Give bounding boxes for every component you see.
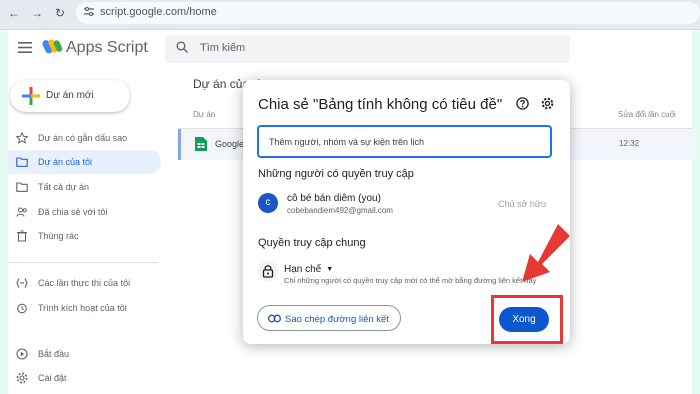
star-icon xyxy=(16,132,28,144)
search-icon[interactable] xyxy=(176,41,188,53)
sidebar-item-settings[interactable]: Cài đặt xyxy=(8,366,161,390)
executions-icon xyxy=(16,278,28,288)
new-project-button[interactable]: Dự án mới xyxy=(10,80,130,112)
sidebar-item-shared-with-me[interactable]: Đã chia sẻ với tôi xyxy=(8,200,161,224)
trash-icon xyxy=(17,230,27,242)
copy-link-button[interactable]: Sao chép đường liên kết xyxy=(257,305,401,331)
add-people-input[interactable] xyxy=(259,127,550,156)
hamburger-menu-icon[interactable] xyxy=(18,42,32,53)
people-with-access-heading: Những người có quyền truy cập xyxy=(258,168,414,180)
plus-icon xyxy=(22,87,40,105)
sidebar-item-label: Tất cả dự án xyxy=(38,182,90,192)
column-header-modified[interactable]: Sửa đổi lần cuối xyxy=(618,110,676,119)
sidebar-item-label: Cài đặt xyxy=(38,373,67,383)
sidebar-item-label: Dự án có gắn dấu sao xyxy=(38,133,128,143)
copy-link-label: Sao chép đường liên kết xyxy=(285,314,389,325)
sidebar-item-starred[interactable]: Dự án có gắn dấu sao xyxy=(8,126,161,150)
last-modified: 12:32 xyxy=(619,139,640,148)
apps-script-logo-icon xyxy=(42,39,63,54)
red-arrow-annotation xyxy=(522,224,570,282)
sheets-file-icon xyxy=(195,137,207,151)
people-icon xyxy=(16,207,27,217)
lock-badge xyxy=(258,261,278,281)
url-text: script.google.com/home xyxy=(100,6,217,18)
gear-icon[interactable] xyxy=(541,97,554,110)
column-header-project[interactable]: Dự án xyxy=(193,110,215,119)
sidebar-item-label: Bắt đầu xyxy=(38,349,70,359)
new-project-label: Dự án mới xyxy=(46,90,94,101)
sidebar-item-label: Thùng rác xyxy=(38,231,79,241)
highlight-box xyxy=(491,295,563,344)
search-placeholder: Tìm kiếm xyxy=(200,42,246,54)
owner-role-label: Chủ sở hữu xyxy=(498,199,546,209)
add-people-input-wrapper xyxy=(257,125,552,158)
access-level-dropdown[interactable]: Hạn chế ▼ xyxy=(284,259,334,275)
forward-icon[interactable]: → xyxy=(31,6,43,20)
sidebar-item-my-projects[interactable]: Dự án của tôi xyxy=(8,150,161,174)
access-description: Chỉ những người có quyền truy cập mới có… xyxy=(284,276,537,285)
folder-outline-icon xyxy=(16,182,28,192)
lock-icon xyxy=(262,265,274,278)
alarm-icon xyxy=(17,303,27,314)
avatar: c xyxy=(258,193,278,213)
sidebar-item-trash[interactable]: Thùng rác xyxy=(8,224,161,248)
sidebar-item-label: Trình kích hoạt của tôi xyxy=(38,303,127,313)
play-icon xyxy=(16,348,28,360)
person-name: cô bé bán diêm (you) xyxy=(287,193,381,204)
general-access-heading: Quyền truy cập chung xyxy=(258,237,366,249)
access-level-label: Hạn chế xyxy=(284,264,322,275)
sidebar-item-executions[interactable]: Các lần thực thi của tôi xyxy=(8,271,161,295)
back-icon[interactable]: ← xyxy=(8,6,20,20)
sidebar-item-get-started[interactable]: Bắt đầu xyxy=(8,342,161,366)
link-icon xyxy=(268,314,281,323)
sidebar-item-label: Các lần thực thi của tôi xyxy=(38,278,131,288)
settings-icon xyxy=(16,372,28,384)
reload-icon[interactable]: ↻ xyxy=(55,6,65,20)
folder-icon xyxy=(16,157,28,167)
sidebar-divider xyxy=(8,262,158,263)
sidebar-item-all-projects[interactable]: Tất cả dự án xyxy=(8,175,161,199)
help-icon[interactable] xyxy=(516,97,529,110)
dropdown-arrow-icon: ▼ xyxy=(326,266,334,273)
project-name: Google xyxy=(215,139,245,149)
dialog-title: Chia sẻ "Bảng tính không có tiêu đề" xyxy=(258,96,503,113)
browser-toolbar: ← → ↻ script.google.com/home xyxy=(0,0,700,30)
sidebar-item-label: Dự án của tôi xyxy=(38,157,93,167)
site-info-icon[interactable] xyxy=(84,7,94,16)
app-title: Apps Script xyxy=(66,39,148,56)
sidebar-item-triggers[interactable]: Trình kích hoạt của tôi xyxy=(8,296,161,320)
person-email: cobebandiem492@gmail.com xyxy=(287,206,393,215)
sidebar-item-label: Đã chia sẻ với tôi xyxy=(38,207,108,217)
